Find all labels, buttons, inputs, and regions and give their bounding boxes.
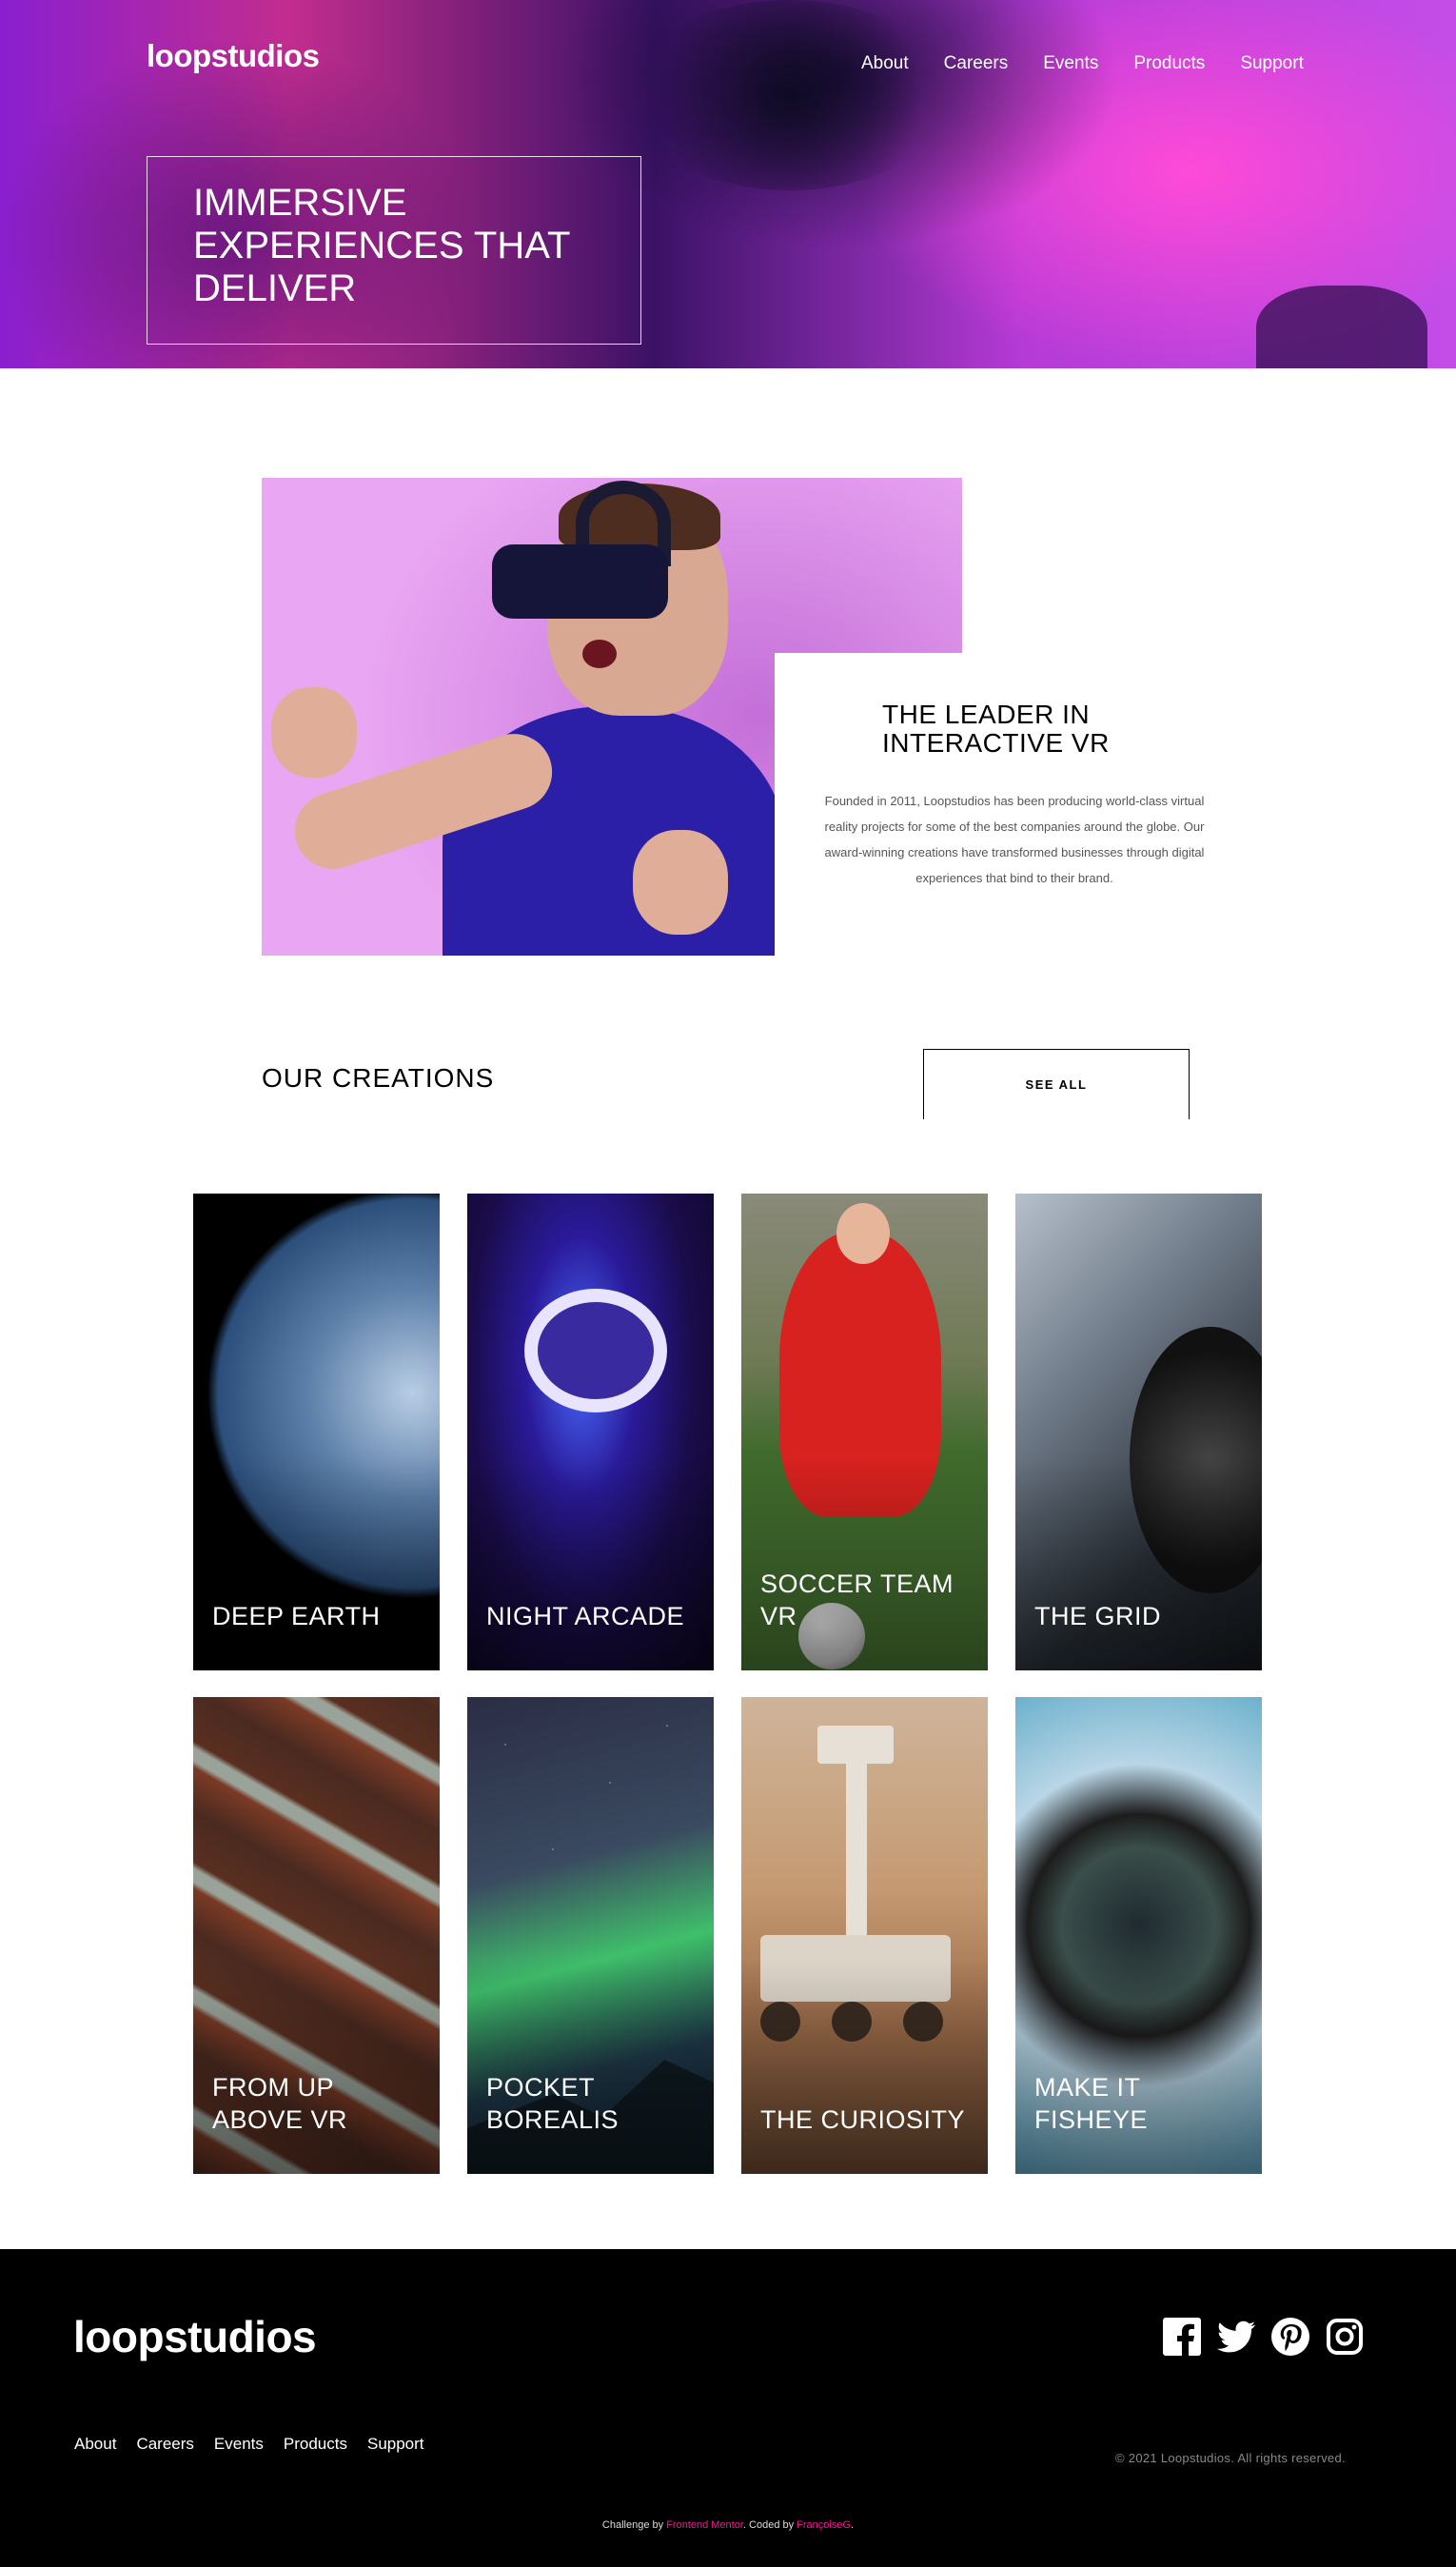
creation-card-label: THE GRID [1034, 1602, 1162, 1630]
creation-card-label: DEEP EARTH [212, 1602, 381, 1630]
facebook-icon[interactable] [1163, 2318, 1201, 2356]
coder-link[interactable]: FrançoiseG [797, 2519, 851, 2531]
creation-card-label: THE CURIOSITY [760, 2105, 966, 2134]
logo[interactable]: loopstudios [147, 38, 320, 74]
hero-image-shape [1256, 286, 1427, 368]
footer-link-events[interactable]: Events [214, 2435, 264, 2454]
vr-headset-shape [492, 544, 668, 619]
intro-card: THE LEADER IN INTERACTIVE VR Founded in … [775, 653, 1222, 967]
nav-link-about[interactable]: About [861, 53, 909, 74]
footer: loopstudios About Careers Events Product… [0, 2249, 1456, 2567]
card-shade [193, 1194, 440, 1670]
attribution-middle: . Coded by [742, 2519, 795, 2531]
attribution: Challenge by Frontend Mentor. Coded by F… [0, 2519, 1456, 2531]
creation-card[interactable]: NIGHT ARCADE [467, 1194, 714, 1670]
creation-card[interactable]: DEEP EARTH [193, 1194, 440, 1670]
creation-card[interactable]: MAKE IT FISHEYE [1015, 1697, 1262, 2174]
creation-card-label: FROM UP ABOVE VR [212, 2073, 348, 2134]
twitter-icon[interactable] [1217, 2318, 1256, 2356]
page: loopstudios About Careers Events Product… [0, 0, 1456, 2567]
footer-link-careers[interactable]: Careers [136, 2435, 193, 2454]
creations-title: OUR CREATIONS [262, 1063, 495, 1093]
nav-link-products[interactable]: Products [1133, 53, 1205, 74]
creation-card-label: NIGHT ARCADE [486, 1602, 685, 1630]
creation-card[interactable]: SOCCER TEAM VR [741, 1194, 988, 1670]
intro-image-shape [582, 640, 617, 668]
hero-title: IMMERSIVE EXPERIENCES THAT DELIVER [193, 182, 570, 309]
hero-section: loopstudios About Careers Events Product… [0, 0, 1456, 368]
footer-link-products[interactable]: Products [284, 2435, 347, 2454]
hero-image-shape [628, 0, 952, 190]
social-links [1163, 2318, 1364, 2356]
pinterest-icon[interactable] [1271, 2318, 1309, 2356]
creation-card[interactable]: THE CURIOSITY [741, 1697, 988, 2174]
intro-text: Founded in 2011, Loopstudios has been pr… [824, 794, 1205, 885]
card-shade [741, 1697, 988, 2174]
creation-card-label: SOCCER TEAM VR [760, 1570, 954, 1630]
instagram-icon[interactable] [1326, 2318, 1364, 2356]
intro-image-shape [633, 830, 728, 935]
creation-card[interactable]: THE GRID [1015, 1194, 1262, 1670]
nav-link-events[interactable]: Events [1043, 53, 1098, 74]
creation-card[interactable]: FROM UP ABOVE VR [193, 1697, 440, 2174]
intro-heading: THE LEADER IN INTERACTIVE VR [882, 700, 1110, 758]
footer-logo[interactable]: loopstudios [73, 2311, 317, 2362]
intro-image-shape [271, 687, 357, 778]
frontend-mentor-link[interactable]: Frontend Mentor [666, 2519, 743, 2531]
nav-link-careers[interactable]: Careers [944, 53, 1009, 74]
footer-nav: About Careers Events Products Support [74, 2435, 444, 2454]
hero-title-box: IMMERSIVE EXPERIENCES THAT DELIVER [147, 156, 641, 345]
copyright-text: © 2021 Loopstudios. All rights reserved. [1115, 2451, 1346, 2465]
card-shade [467, 1194, 714, 1670]
nav-link-support[interactable]: Support [1240, 53, 1304, 74]
creation-card[interactable]: POCKET BOREALIS [467, 1697, 714, 2174]
main-nav: About Careers Events Products Support [861, 53, 1339, 74]
footer-link-support[interactable]: Support [367, 2435, 424, 2454]
attribution-suffix: . [851, 2519, 855, 2531]
see-all-button[interactable]: SEE ALL [923, 1049, 1190, 1119]
card-shade [1015, 1194, 1262, 1670]
creation-card-label: POCKET BOREALIS [486, 2073, 620, 2134]
attribution-prefix: Challenge by [601, 2519, 664, 2531]
creation-card-label: MAKE IT FISHEYE [1034, 2073, 1149, 2134]
footer-link-about[interactable]: About [74, 2435, 116, 2454]
